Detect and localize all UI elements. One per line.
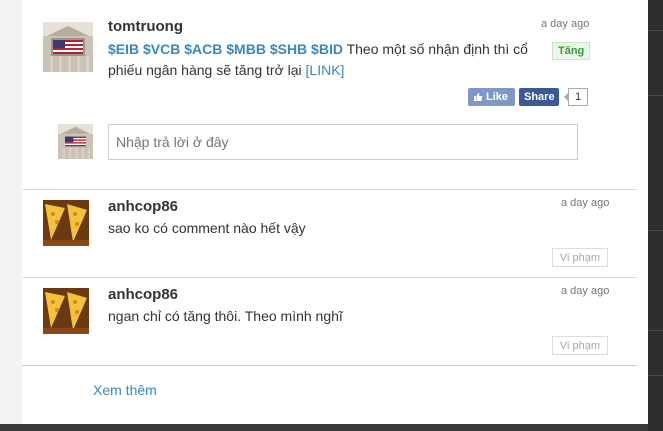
pizza-icon <box>43 288 89 334</box>
avatar-anhcop86[interactable] <box>43 288 89 334</box>
divider <box>22 365 637 366</box>
comment-body: $EIB $VCB $ACB $MBB $SHB $BID Theo một s… <box>108 39 548 81</box>
backdrop-strip <box>648 0 663 431</box>
report-button[interactable]: Vi phạm <box>552 248 608 267</box>
pizza-icon <box>43 200 89 246</box>
panel-left-gutter <box>0 0 22 424</box>
comment-body: ngan chỉ có tăng thôi. Theo mình nghĩ <box>108 308 343 324</box>
share-count: 1 <box>564 88 588 106</box>
comment-link[interactable]: [LINK] <box>306 62 345 78</box>
avatar-tomtruong[interactable] <box>43 22 93 72</box>
stock-exchange-building-icon <box>43 22 93 72</box>
stock-exchange-building-icon <box>58 124 93 159</box>
comment-username[interactable]: anhcop86 <box>108 198 178 215</box>
comment-text-part2: phiếu ngân hàng sẽ tăng trở lại <box>108 62 306 78</box>
comment-timestamp: a day ago <box>561 285 610 297</box>
divider <box>22 277 637 278</box>
comment-timestamp: a day ago <box>541 18 590 30</box>
share-button[interactable]: Share <box>519 88 559 106</box>
avatar-current-user <box>58 124 93 159</box>
comment-username[interactable]: tomtruong <box>108 18 183 35</box>
ticker-list[interactable]: $EIB $VCB $ACB $MBB $SHB $BID <box>108 41 343 57</box>
like-label: Like <box>486 91 509 103</box>
load-more-link[interactable]: Xem thêm <box>93 382 157 398</box>
comment-username[interactable]: anhcop86 <box>108 286 178 303</box>
like-button[interactable]: Like <box>468 88 515 106</box>
comment-body: sao ko có comment nào hết vậy <box>108 220 306 236</box>
comments-panel: tomtruong a day ago $EIB $VCB $ACB $MBB … <box>0 0 648 424</box>
report-button[interactable]: Vi phạm <box>552 336 608 355</box>
divider <box>22 189 637 190</box>
sentiment-badge: Tăng <box>552 42 591 60</box>
comment-timestamp: a day ago <box>561 197 610 209</box>
avatar-anhcop86[interactable] <box>43 200 89 246</box>
comment-text-part1: Theo một số nhận định thì cổ <box>342 41 528 57</box>
reply-input[interactable] <box>108 124 578 160</box>
thumbs-up-icon <box>474 93 483 101</box>
